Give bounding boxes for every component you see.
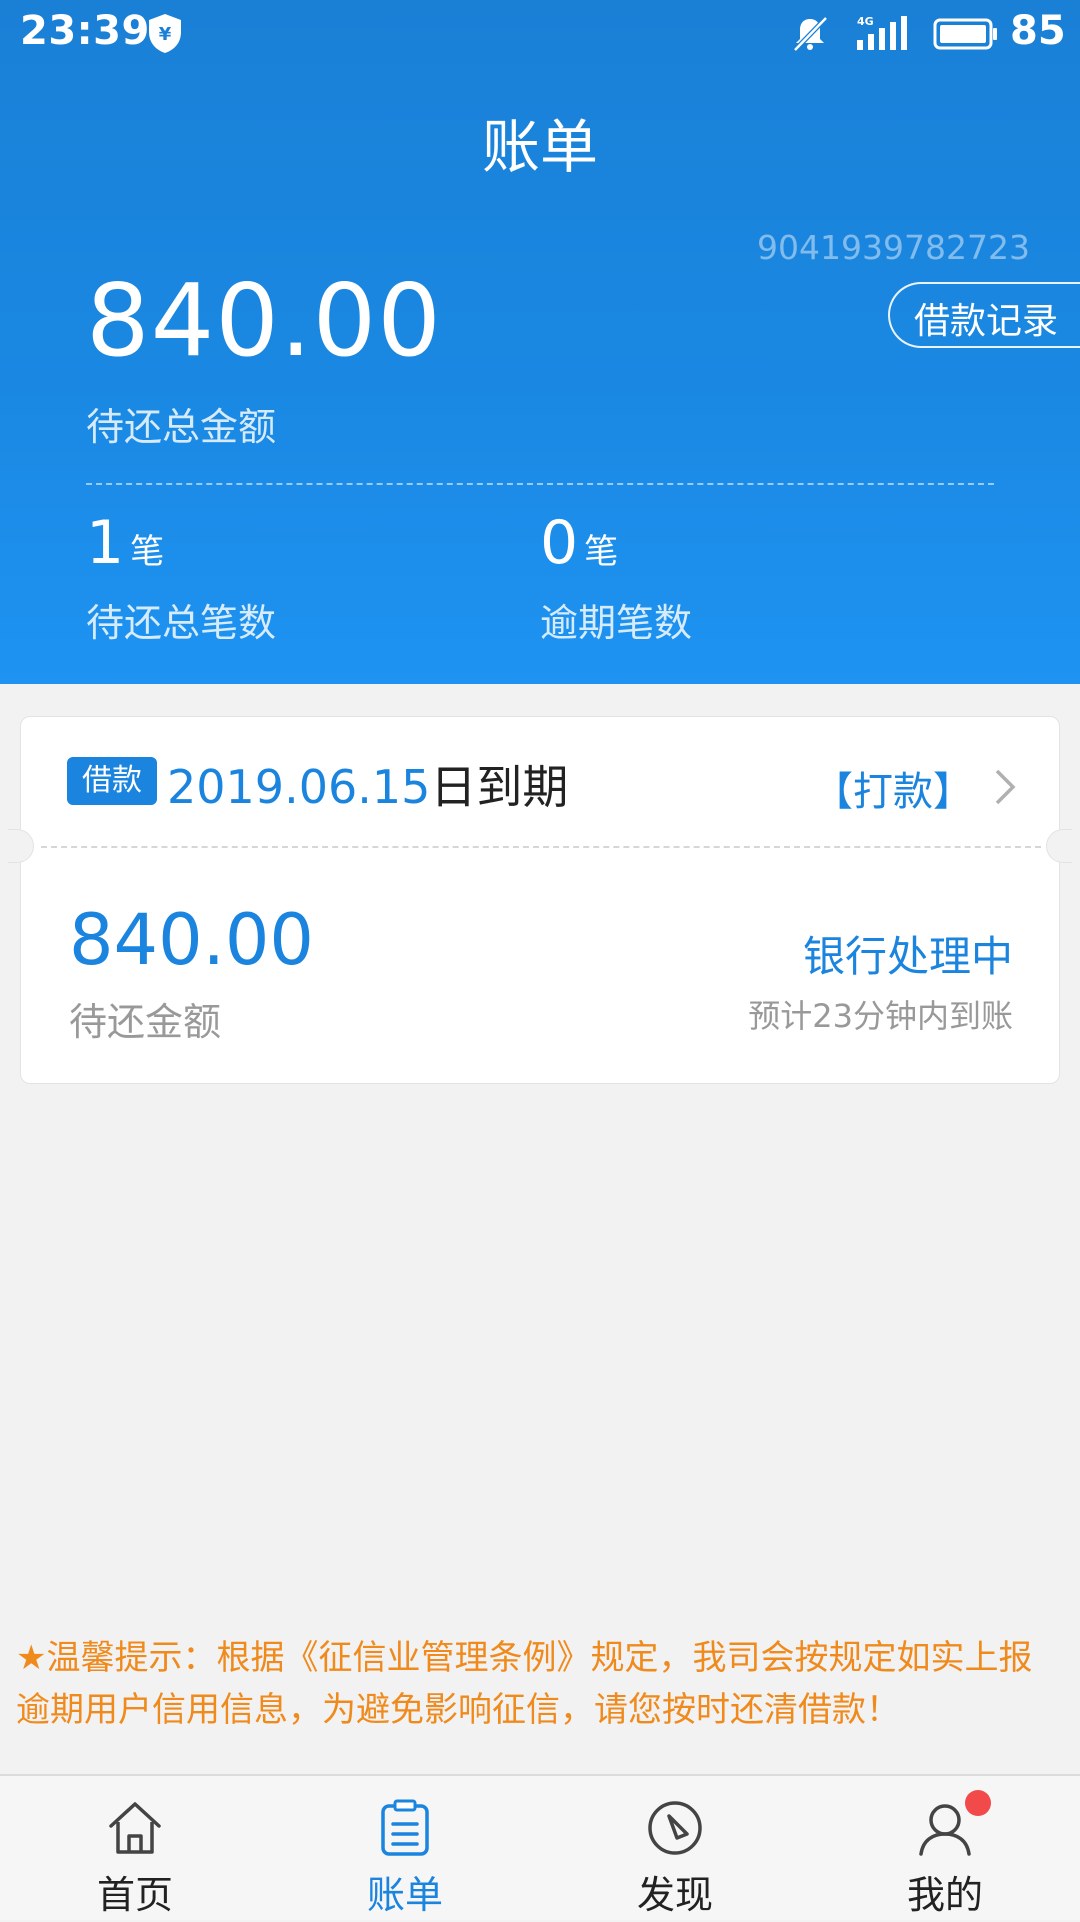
nav-bill[interactable]: 账单 [305,1776,505,1922]
total-amount: 840.00 [86,262,442,379]
nav-mine[interactable]: 我的 [845,1776,1045,1922]
card-notch-left [8,829,34,863]
due-date-value: 2019.06.15 [167,760,431,814]
page-title: 账单 [481,113,598,181]
warm-notice: ★温馨提示：根据《征信业管理条例》规定，我司会按规定如实上报逾期用户信用信息，为… [16,1638,1033,1730]
bell-muted-icon [793,16,828,52]
stat-total-count: 1笔 待还总笔数 [86,508,276,645]
status-time: 23:39 [20,8,150,54]
bottom-nav: 首页 账单 发现 我的 [0,1774,1080,1920]
signal-4g-icon: 4G [857,15,907,50]
chevron-right-icon[interactable] [993,767,1019,807]
nav-mine-label: 我的 [906,1873,983,1917]
notification-dot [965,1790,991,1816]
bill-card[interactable]: 借款 2019.06.15日到期 【打款】 840.00 待还金额 银行处理中 … [8,716,1072,1084]
overdue-count-value: 0 [540,508,579,578]
loan-tag: 借款 [67,757,157,805]
svg-text:¥: ¥ [159,24,172,45]
home-icon [109,1802,161,1854]
due-date-suffix: 日到期 [430,760,569,814]
account-number: 9041939782723 [757,228,1030,267]
overdue-count-label: 逾期笔数 [540,601,693,645]
bill-amount: 840.00 [69,899,314,981]
nav-bill-label: 账单 [366,1873,443,1917]
status-bar: 23:39 ¥ 4G 85 [0,0,1080,66]
nav-home-label: 首页 [96,1873,173,1917]
stat-overdue-count: 0笔 逾期笔数 [540,508,692,645]
total-amount-label: 待还总金额 [86,405,277,449]
overdue-count-unit: 笔 [584,532,619,572]
bill-header: 23:39 ¥ 4G 85 账单 9041939782723 借款记录 840. [0,0,1080,684]
header-divider [86,483,994,485]
due-date: 2019.06.15日到期 [167,751,568,817]
compass-icon [648,1801,702,1855]
nav-home[interactable]: 首页 [35,1776,235,1922]
total-count-label: 待还总笔数 [86,601,277,645]
bill-status: 银行处理中 [802,932,1013,981]
loan-record-button[interactable]: 借款记录 [888,282,1080,348]
shield-yuan-icon: ¥ [149,14,181,53]
total-count-unit: 笔 [130,532,165,572]
battery-icon [933,18,997,50]
bill-eta: 预计23分钟内到账 [748,997,1013,1035]
card-divider [41,846,1041,848]
nav-discover-label: 发现 [636,1873,713,1917]
nav-discover[interactable]: 发现 [575,1776,775,1922]
bill-amount-label: 待还金额 [69,1000,222,1044]
bill-icon [381,1799,429,1856]
battery-level: 85 [1010,8,1066,54]
pay-link[interactable]: 【打款】 [813,759,973,817]
total-count-value: 1 [86,508,125,578]
card-notch-right [1046,829,1072,863]
svg-text:4G: 4G [857,15,874,28]
